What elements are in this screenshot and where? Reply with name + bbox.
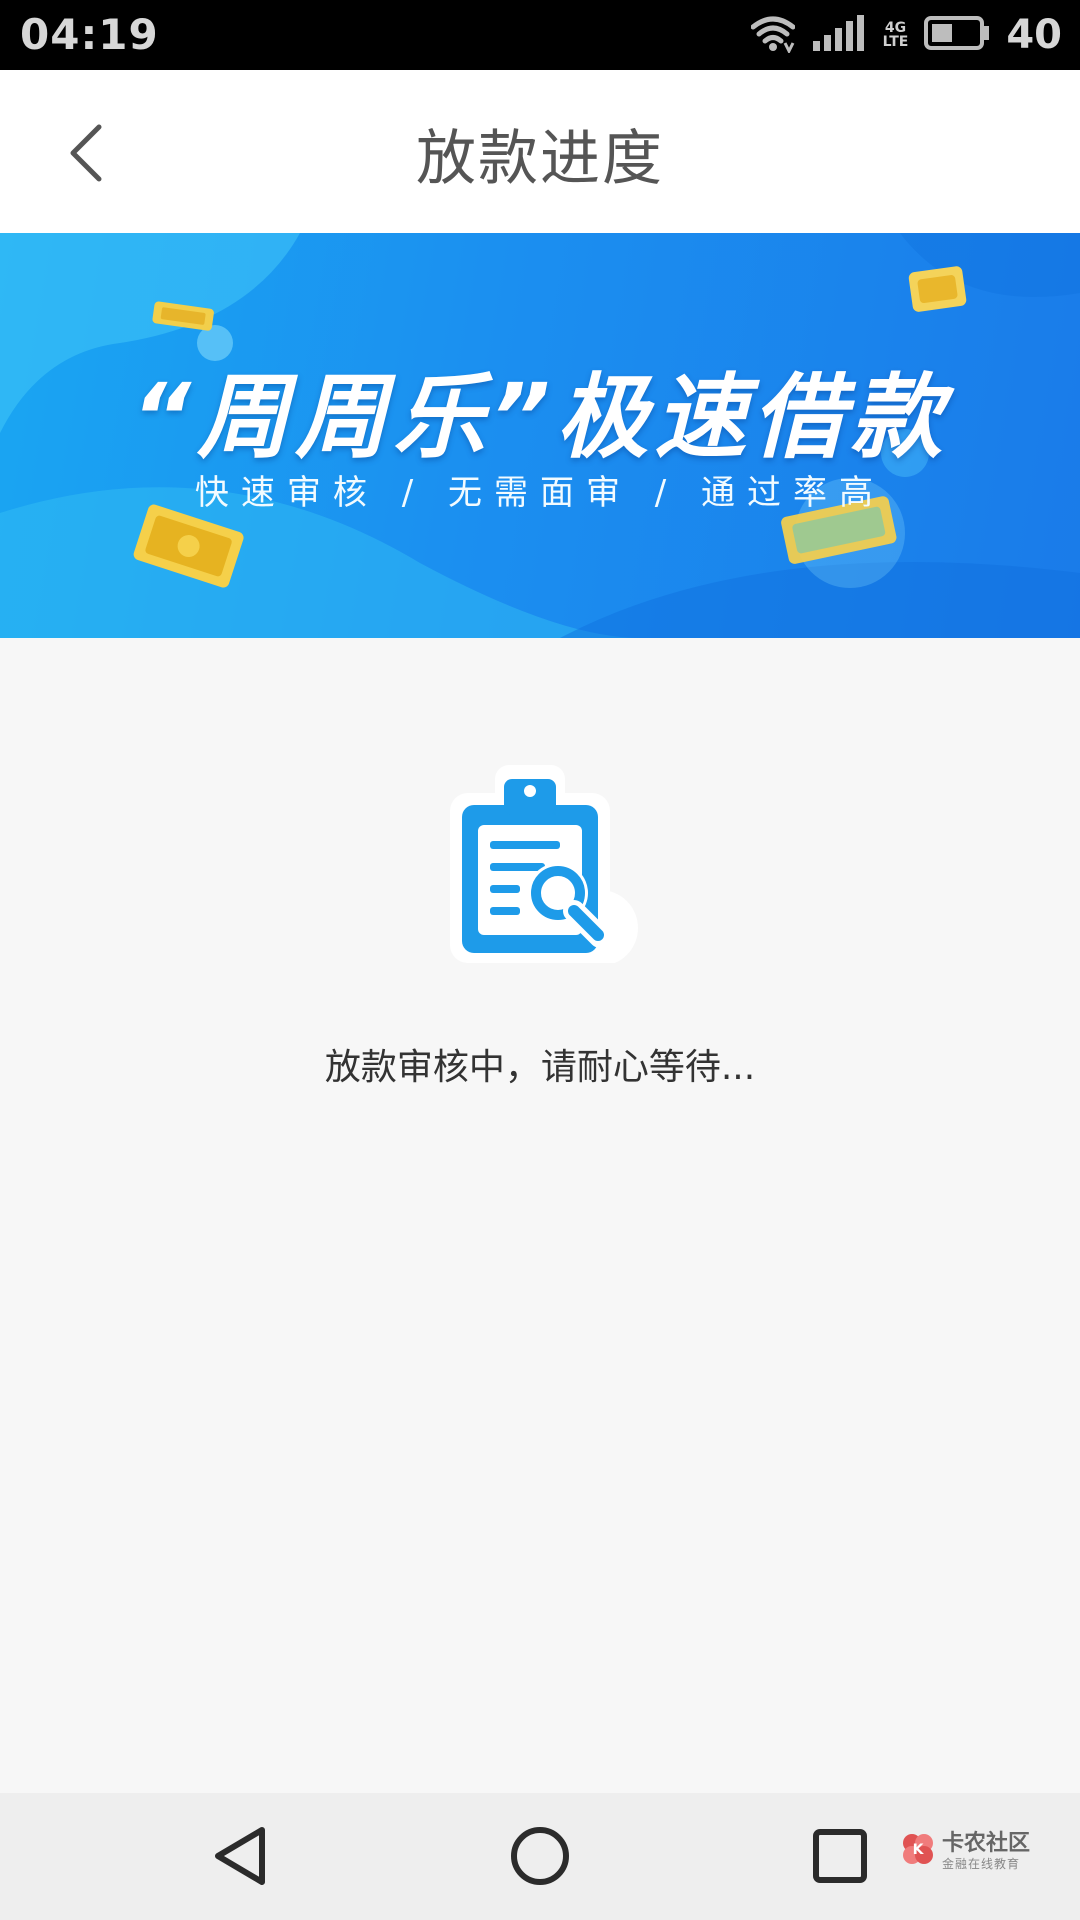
svg-text:K: K: [913, 1842, 925, 1858]
watermark: K 卡农社区 金融在线教育: [900, 1831, 1030, 1871]
network-lte: LTE: [882, 34, 909, 50]
main-content: 放款审核中，请耐心等待...: [0, 638, 1080, 1793]
watermark-logo-icon: K: [900, 1831, 936, 1871]
battery-level: 40: [1006, 12, 1062, 58]
triangle-back-icon: [210, 1824, 270, 1892]
review-clipboard-icon: [440, 763, 640, 966]
status-icons: 4G LTE 40: [750, 10, 1062, 60]
square-recents-icon: [808, 1824, 872, 1892]
app-header: 放款进度: [0, 70, 1080, 233]
page-title: 放款进度: [416, 124, 664, 194]
banner-title: “周周乐”极速借款: [131, 364, 949, 471]
system-nav-bar: K 卡农社区 金融在线教育: [0, 1793, 1080, 1920]
circle-home-icon: [508, 1824, 572, 1892]
watermark-text: 卡农社区 金融在线教育: [942, 1830, 1031, 1871]
loan-status-message: 放款审核中，请耐心等待...: [324, 1047, 756, 1088]
nav-home-button[interactable]: [500, 1818, 580, 1898]
nav-recents-button[interactable]: [800, 1818, 880, 1898]
network-type-label: 4G LTE: [883, 21, 909, 49]
watermark-sub: 金融在线教育: [942, 1856, 1021, 1871]
banner-subtitle: 快速审核 / 无需面审 / 通过率高: [194, 473, 886, 513]
watermark-main: 卡农社区: [942, 1830, 1031, 1856]
signal-icon: [811, 13, 867, 57]
wifi-icon: [750, 13, 796, 57]
nav-back-button[interactable]: [200, 1818, 280, 1898]
status-time: 04:19: [20, 10, 159, 59]
network-4g: 4G: [884, 20, 907, 36]
battery-icon: [924, 16, 990, 54]
status-bar: 04:19 4G LTE 40: [0, 0, 1080, 70]
promo-banner[interactable]: “周周乐”极速借款 快速审核 / 无需面审 / 通过率高: [0, 233, 1080, 638]
money-icon: [908, 266, 967, 312]
